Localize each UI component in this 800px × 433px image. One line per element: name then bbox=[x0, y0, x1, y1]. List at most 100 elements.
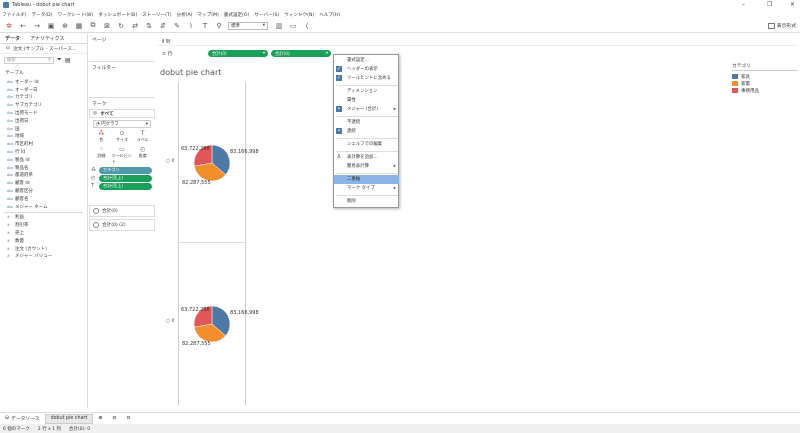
menu-item-quick-table-calc[interactable]: 簡易表計算 ▸ bbox=[334, 162, 399, 171]
new-datasource-icon[interactable]: ⊕ bbox=[60, 21, 70, 31]
menu-item-mark-type[interactable]: マーク タイプ ▸ bbox=[334, 184, 399, 193]
row-pill-sum0-1[interactable]: 合計(0) ▾ bbox=[208, 50, 268, 57]
menu-server[interactable]: サーバー(S) bbox=[254, 12, 279, 18]
menu-worksheet[interactable]: ワークシート(W) bbox=[58, 12, 94, 18]
tableau-home-icon[interactable]: ✲ bbox=[4, 21, 14, 31]
columns-shelf[interactable]: ⦀ 列 bbox=[158, 37, 798, 46]
measure-field[interactable]: # 割引率 bbox=[0, 221, 87, 229]
menu-analysis[interactable]: 分析(A) bbox=[177, 12, 193, 18]
close-icon[interactable]: ✕ bbox=[790, 1, 795, 8]
menu-item-dimension[interactable]: ディメンション bbox=[334, 87, 399, 96]
dimension-field[interactable]: Abc 都道府県 bbox=[0, 172, 87, 180]
menu-item-show-header[interactable]: ✓ ヘッダーの表示 bbox=[334, 65, 399, 74]
dimension-field[interactable]: Abc オーダー日 bbox=[0, 86, 87, 94]
duplicate-sheet-icon[interactable]: ⧉ bbox=[88, 21, 98, 31]
label-button[interactable]: T ラベル bbox=[132, 130, 153, 143]
menu-item-measure[interactable]: • メジャー (合計) ▸ bbox=[334, 105, 399, 114]
menu-item-remove[interactable]: 削除 bbox=[334, 197, 399, 206]
refresh-icon[interactable]: ↻ bbox=[116, 21, 126, 31]
viz-area[interactable]: dobut pie chart ○ 0 ○ 0 63,722,288 83,16… bbox=[158, 62, 728, 407]
menu-story[interactable]: ストーリー(T) bbox=[142, 12, 171, 18]
dimension-field[interactable]: Abc カテゴリ bbox=[0, 94, 87, 102]
clear-sheet-icon[interactable]: ⊠ bbox=[102, 21, 112, 31]
menu-item-continuous[interactable]: • 連続 bbox=[334, 127, 399, 136]
dimension-field[interactable]: Abc 出荷日 bbox=[0, 117, 87, 125]
tab-data[interactable]: データ bbox=[0, 35, 25, 42]
measure-field[interactable]: # 売上 bbox=[0, 229, 87, 237]
tab-datasource[interactable]: ⛁ データソース bbox=[0, 414, 45, 424]
sales-label-pill[interactable]: T 合計(売上) bbox=[91, 183, 152, 190]
dimension-field[interactable]: Abc サブカテゴリ bbox=[0, 101, 87, 109]
marks-all[interactable]: ◎ すべて bbox=[89, 109, 155, 118]
label-icon[interactable]: T bbox=[200, 21, 210, 31]
menu-help[interactable]: ヘルプ(H) bbox=[319, 12, 340, 18]
menu-item-attribute[interactable]: 属性 bbox=[334, 96, 399, 105]
tab-analytics[interactable]: アナリティクス bbox=[25, 35, 69, 42]
share-icon[interactable]: ⟨ bbox=[302, 21, 312, 31]
color-button[interactable]: ⁂ 色 bbox=[91, 130, 112, 143]
dimension-field[interactable]: Abc 製品 Id bbox=[0, 156, 87, 164]
new-story-icon[interactable]: ⊡ bbox=[121, 414, 135, 424]
view-options-icon[interactable]: ▤ bbox=[65, 57, 71, 64]
menu-item-edit-in-shelf[interactable]: シェルフでの編集 bbox=[334, 140, 399, 149]
menu-item-add-table-calc[interactable]: Δ 表計算を追加... bbox=[334, 153, 399, 162]
dimension-field[interactable]: Abc オーダー Id bbox=[0, 78, 87, 86]
measure-field[interactable]: # メジャー バリュー bbox=[0, 253, 87, 261]
legend-item[interactable]: 事務用品 bbox=[732, 87, 798, 94]
detail-button[interactable]: ⁘ 詳細 bbox=[91, 146, 112, 165]
rows-shelf[interactable]: ≡ 行 合計(0) ▾ 合計(0) ▾ bbox=[158, 49, 798, 58]
sort-desc-icon[interactable]: ⇵ bbox=[158, 21, 168, 31]
context-menu[interactable]: 書式設定... ✓ ヘッダーの表示 ✓ ツールヒントに含める ディメンション 属性 … bbox=[333, 54, 399, 208]
row-pill-sum0-2[interactable]: 合計(0) ▾ bbox=[271, 50, 331, 57]
presentation-icon[interactable]: ▭ bbox=[288, 21, 298, 31]
sum0-2-marks-card[interactable]: 合計(0) (2) bbox=[89, 219, 155, 231]
dimension-field[interactable]: Abc 出荷モード bbox=[0, 109, 87, 117]
swap-icon[interactable]: ⇄ bbox=[130, 21, 140, 31]
sum0-marks-card[interactable]: 合計(0) bbox=[89, 205, 155, 217]
dimension-field[interactable]: Abc 製品名 bbox=[0, 164, 87, 172]
maximize-icon[interactable]: ❐ bbox=[767, 1, 772, 8]
minimize-icon[interactable]: – bbox=[742, 1, 745, 8]
dimension-field[interactable]: Abc 行 Id bbox=[0, 148, 87, 156]
menu-format[interactable]: 書式設定(O) bbox=[224, 12, 250, 18]
size-button[interactable]: ⊙ サイズ bbox=[112, 130, 133, 143]
legend-item[interactable]: 家具 bbox=[732, 73, 798, 80]
category-pill[interactable]: ⁂ カテゴリ bbox=[91, 167, 152, 174]
dimension-field[interactable]: Abc 市区町村 bbox=[0, 140, 87, 148]
menu-item-dual-axis[interactable]: 二重軸 bbox=[334, 175, 399, 184]
menu-item-discrete[interactable]: 不連続 bbox=[334, 118, 399, 127]
dimension-field[interactable]: Abc 顧客 Id bbox=[0, 179, 87, 187]
tooltip-button[interactable]: ▭ ツールヒント bbox=[112, 146, 133, 165]
fit-select[interactable]: 標準 ▾ bbox=[228, 21, 268, 30]
measure-field[interactable]: # 数量 bbox=[0, 237, 87, 245]
new-worksheet-icon[interactable]: ⊞ bbox=[93, 414, 107, 424]
menu-window[interactable]: ウィンドウ(N) bbox=[284, 12, 314, 18]
new-sheet-icon[interactable]: ▦ bbox=[74, 21, 84, 31]
new-dashboard-icon[interactable]: ⊟ bbox=[107, 414, 121, 424]
sales-angle-pill[interactable]: ◴ 合計(売上) bbox=[91, 175, 152, 182]
highlight-icon[interactable]: ✎ bbox=[172, 21, 182, 31]
dimension-field[interactable]: Abc 顧客名 bbox=[0, 195, 87, 203]
save-icon[interactable]: ▣ bbox=[46, 21, 56, 31]
angle-button[interactable]: ◴ 角度 bbox=[132, 146, 153, 165]
menu-map[interactable]: マップ(M) bbox=[197, 12, 218, 18]
show-me-button[interactable]: 表示形式 bbox=[767, 22, 796, 29]
menu-item-format[interactable]: 書式設定... bbox=[334, 56, 399, 65]
tab-sheet[interactable]: dobut pie chart bbox=[44, 413, 94, 424]
menu-file[interactable]: ファイル(F) bbox=[2, 12, 27, 18]
pin-icon[interactable]: ⚲ bbox=[214, 21, 224, 31]
chart-icon[interactable]: ▥ bbox=[274, 21, 284, 31]
search-input[interactable]: 検索 ⚲ bbox=[4, 56, 54, 64]
dimension-field[interactable]: Abc 地域 bbox=[0, 133, 87, 141]
mark-type-select[interactable]: ◔ 円グラフ ▾ bbox=[93, 120, 151, 128]
legend-item[interactable]: 家電 bbox=[732, 80, 798, 87]
filter-icon[interactable]: ⏷ bbox=[57, 56, 62, 64]
menu-item-include-tooltip[interactable]: ✓ ツールヒントに含める bbox=[334, 74, 399, 83]
color-legend[interactable]: カテゴリ 家具 家電 事務用品 bbox=[732, 63, 798, 94]
menu-data[interactable]: データ(D) bbox=[32, 12, 53, 18]
dimension-field[interactable]: Abc メジャー ネーム bbox=[0, 203, 87, 211]
dimension-field[interactable]: Abc 国 bbox=[0, 125, 87, 133]
datasource-item[interactable]: ⛁ 注文 (サンプル - スーパース... bbox=[0, 44, 87, 54]
measure-field[interactable]: # 注文 (カウント) bbox=[0, 245, 87, 253]
undo-icon[interactable]: ← bbox=[18, 21, 28, 31]
